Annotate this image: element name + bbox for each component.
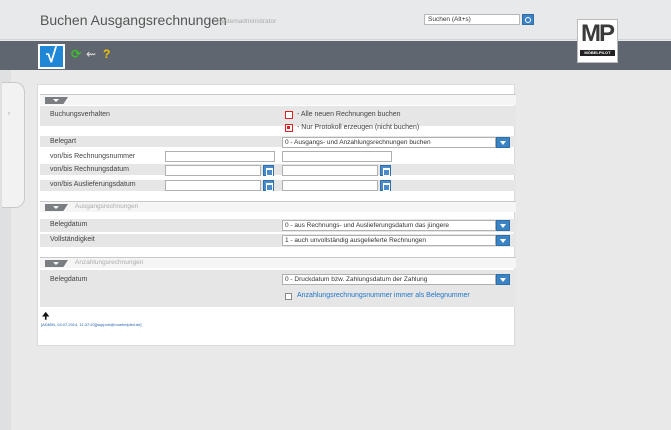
rechnungsnummer-bis-input[interactable]	[282, 151, 392, 162]
logo-brand: MÖBELPILOT	[580, 50, 615, 56]
calendar-icon[interactable]	[263, 165, 274, 176]
belegart-label: Belegart	[50, 138, 77, 145]
collapse-icon[interactable]	[45, 260, 68, 267]
auslieferungsdatum-bis-input[interactable]	[282, 180, 378, 191]
section-row-shaded	[40, 106, 516, 126]
radio-alle-buchen-label: - Alle neuen Rechnungen buchen	[297, 111, 401, 118]
rechnungsnummer-label: von/bis Rechnungsnummer	[50, 153, 136, 160]
section-title: Anzahlungsrechnungen	[75, 259, 144, 266]
vollstaendigkeit-label: Vollständigkeit	[50, 236, 95, 243]
collapse-icon[interactable]	[45, 204, 68, 211]
chevron-down-icon[interactable]	[496, 137, 510, 148]
auslieferungsdatum-von-input[interactable]	[165, 180, 261, 191]
header-bar: Buchen Ausgangsrechnungen Systemadminist…	[0, 0, 671, 40]
radio-nur-protokoll-label: - Nur Protokoll erzeugen (nicht buchen)	[297, 124, 420, 131]
radio-nur-protokoll[interactable]	[285, 124, 293, 132]
belegdatum-select[interactable]: 0 - aus Rechnungs- und Auslieferungsdatu…	[282, 220, 496, 231]
buchungsverhalten-label: Buchungsverhalten	[50, 111, 110, 118]
section-title: Ausgangsrechnungen	[75, 203, 139, 210]
belegnummer-checkbox-label[interactable]: Anzahlungsrechnungsnummer immer als Bele…	[297, 292, 470, 299]
logo-mark: MP	[581, 20, 615, 47]
search-icon[interactable]	[522, 14, 534, 25]
belegdatum-label: Belegdatum	[50, 221, 88, 228]
sidebar-toggle[interactable]: ›	[2, 82, 25, 208]
radio-alle-buchen[interactable]	[285, 111, 293, 119]
toolbar	[0, 41, 671, 70]
rechnungsnummer-von-input[interactable]	[165, 151, 275, 162]
chevron-down-icon[interactable]	[496, 274, 510, 285]
calendar-icon[interactable]	[380, 165, 391, 176]
rechnungsdatum-label: von/bis Rechnungsdatum	[50, 166, 129, 173]
collapse-icon[interactable]	[45, 97, 68, 104]
vollstaendigkeit-select[interactable]: 1 - auch unvollständig ausgelieferte Rec…	[282, 235, 496, 246]
rechnungsdatum-bis-input[interactable]	[282, 165, 378, 176]
footer-info: [ADMIN, 04.07.2014, 11:37:20][support@mo…	[41, 322, 142, 327]
anz-belegdatum-label: Belegdatum	[50, 276, 88, 283]
back-icon[interactable]: ⇜	[86, 47, 96, 61]
calendar-icon[interactable]	[380, 180, 391, 191]
rechnungsdatum-von-input[interactable]	[165, 165, 261, 176]
logo: MP MÖBELPILOT	[577, 19, 618, 63]
search-input[interactable]: Suchen (Alt+s)	[424, 14, 520, 25]
belegart-select[interactable]: 0 - Ausgangs- und Anzahlungsrechnungen b…	[282, 137, 496, 148]
section-header-anzahlungsrechnungen[interactable]: Anzahlungsrechnungen	[40, 257, 516, 268]
page-title: Buchen Ausgangsrechnungen	[40, 12, 227, 28]
user-name: Systemadministrator	[217, 18, 277, 25]
chevron-down-icon[interactable]	[496, 235, 510, 246]
calendar-icon[interactable]	[263, 180, 274, 191]
auslieferungsdatum-label: von/bis Auslieferungsdatum	[50, 181, 136, 188]
section-header-filter[interactable]	[40, 94, 516, 105]
chevron-down-icon[interactable]	[496, 220, 510, 231]
anz-belegdatum-select[interactable]: 0 - Druckdatum bzw. Zahlungsdatum der Za…	[282, 274, 496, 285]
confirm-button[interactable]: √	[38, 44, 65, 69]
help-icon[interactable]: ?	[103, 47, 110, 61]
refresh-icon[interactable]: ⟳	[71, 47, 81, 61]
chevron-right-icon: ›	[8, 111, 10, 117]
belegnummer-checkbox[interactable]	[285, 293, 292, 300]
section-header-ausgangsrechnungen[interactable]: Ausgangsrechnungen	[40, 201, 516, 212]
